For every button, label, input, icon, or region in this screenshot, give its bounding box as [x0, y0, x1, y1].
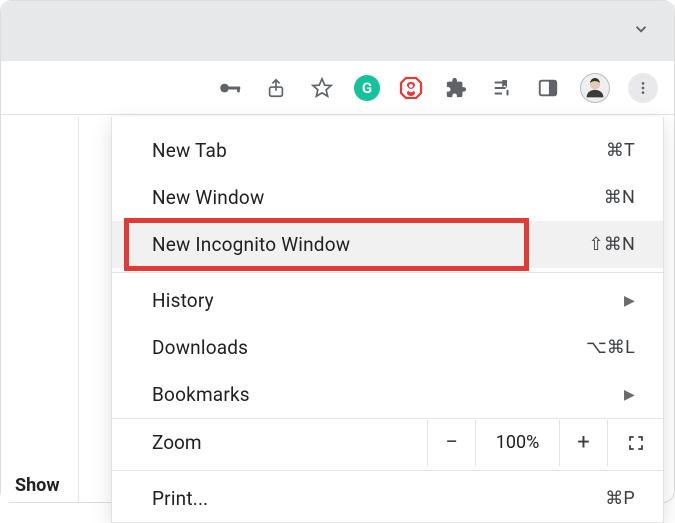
zoom-label: Zoom — [112, 419, 427, 466]
extension-grammarly-icon[interactable]: G — [354, 75, 380, 101]
chevron-down-icon[interactable] — [632, 20, 650, 42]
menu-shortcut: ⌘N — [604, 187, 635, 208]
zoom-in-button[interactable]: + — [559, 420, 607, 466]
menu-label: New Incognito Window — [152, 233, 350, 256]
extensions-puzzle-icon[interactable] — [442, 74, 470, 102]
menu-label: Downloads — [152, 336, 248, 359]
reading-list-icon[interactable] — [488, 74, 516, 102]
left-page-partial: Show — [1, 117, 79, 502]
side-panel-icon[interactable] — [534, 74, 562, 102]
zoom-value: 100% — [475, 420, 559, 466]
toolbar: G — [1, 61, 674, 115]
menu-label: Bookmarks — [152, 383, 250, 406]
password-key-icon[interactable] — [216, 74, 244, 102]
menu-shortcut: ⌥⌘L — [586, 337, 635, 358]
more-menu-button[interactable] — [628, 73, 658, 103]
show-text-fragment: Show — [15, 475, 60, 496]
chrome-main-menu: New Tab ⌘T New Window ⌘N New Incognito W… — [111, 117, 664, 523]
menu-item-new-incognito-window[interactable]: New Incognito Window ⇧⌘N — [112, 221, 663, 268]
submenu-arrow-icon: ▶ — [624, 293, 635, 309]
bookmark-star-icon[interactable] — [308, 74, 336, 102]
menu-shortcut: ⌘P — [605, 488, 635, 509]
menu-item-bookmarks[interactable]: Bookmarks ▶ — [112, 371, 663, 418]
extension-adblock-icon[interactable] — [398, 75, 424, 101]
fullscreen-button[interactable] — [607, 420, 663, 466]
menu-label: History — [152, 289, 214, 312]
menu-label: New Window — [152, 186, 264, 209]
profile-avatar[interactable] — [580, 73, 610, 103]
menu-shortcut: ⌘T — [606, 140, 635, 161]
share-icon[interactable] — [262, 74, 290, 102]
menu-shortcut: ⇧⌘N — [588, 234, 635, 255]
menu-item-new-tab[interactable]: New Tab ⌘T — [112, 127, 663, 174]
menu-separator — [112, 470, 663, 471]
menu-item-zoom: Zoom − 100% + — [112, 418, 663, 466]
grammarly-glyph: G — [362, 79, 372, 97]
tab-strip — [1, 1, 674, 61]
submenu-arrow-icon: ▶ — [624, 387, 635, 403]
menu-item-new-window[interactable]: New Window ⌘N — [112, 174, 663, 221]
menu-item-downloads[interactable]: Downloads ⌥⌘L — [112, 324, 663, 371]
zoom-out-button[interactable]: − — [427, 420, 475, 466]
menu-separator — [112, 272, 663, 273]
menu-label: Print... — [152, 487, 208, 510]
menu-label: New Tab — [152, 139, 227, 162]
menu-item-print[interactable]: Print... ⌘P — [112, 475, 663, 522]
menu-item-history[interactable]: History ▶ — [112, 277, 663, 324]
